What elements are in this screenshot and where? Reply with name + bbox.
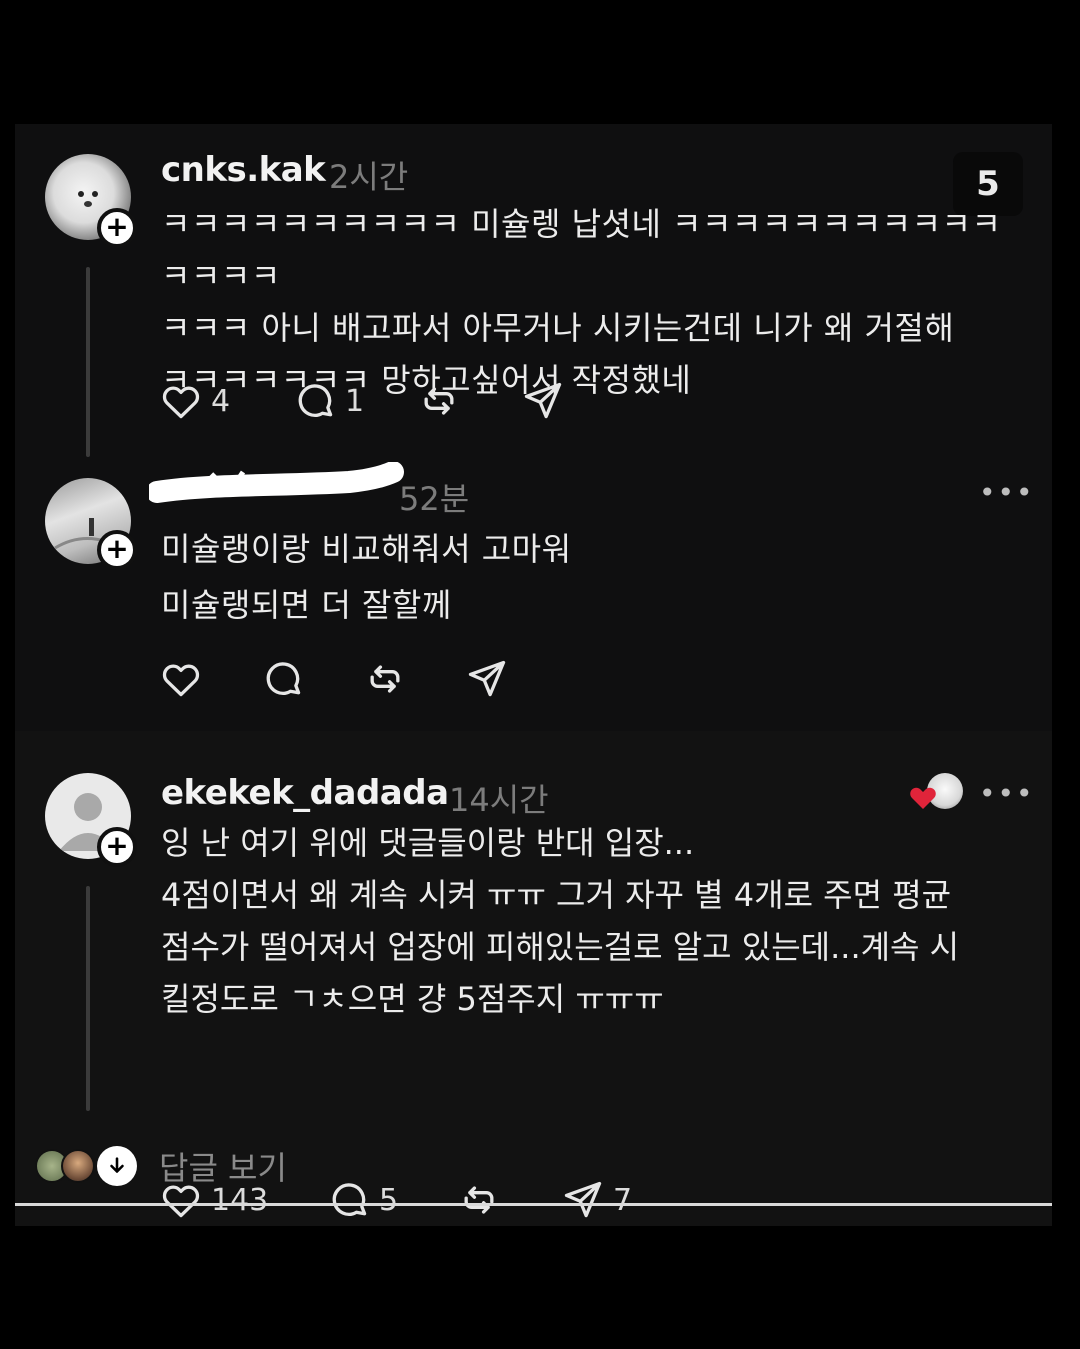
like-count: 4 [211,383,231,419]
reply-count: 5 [379,1182,399,1218]
thread-line [86,267,90,457]
more-options-button[interactable]: ••• [979,476,1035,509]
comment-thread-1: + cnks.kak 2시간 5 ㅋㅋㅋㅋㅋㅋㅋㅋㅋㅋ 미슐렝 납셧네 ㅋㅋㅋㅋ… [15,124,1052,731]
more-options-button[interactable]: ••• [979,777,1035,810]
action-bar [159,656,509,702]
view-replies-row[interactable]: 답글 보기 [35,1142,287,1190]
repost-button[interactable] [363,657,465,701]
like-button[interactable] [159,657,261,701]
heart-filled-icon [910,787,936,809]
username[interactable]: ekekek_dadada [161,773,449,813]
reply-count: 1 [345,383,365,419]
comment-icon [332,1183,367,1216]
share-button[interactable]: 7 [561,1178,632,1222]
follow-plus-button[interactable]: + [97,208,137,248]
timestamp: 2시간 [329,158,409,196]
comment-panel: + cnks.kak 2시간 5 ㅋㅋㅋㅋㅋㅋㅋㅋㅋㅋ 미슐렝 납셧네 ㅋㅋㅋㅋ… [15,124,1052,1226]
timestamp: 52분 [399,480,470,518]
comment-button[interactable]: 1 [293,379,417,423]
comment-icon [266,662,301,695]
heart-icon [162,386,200,419]
expand-replies-button[interactable] [97,1146,137,1186]
arrow-down-icon [110,1157,124,1173]
bottom-divider [15,1203,1052,1206]
comment-text: ㅋㅋㅋㅋㅋㅋㅋㅋㅋㅋ 미슐렝 납셧네 ㅋㅋㅋㅋㅋㅋㅋㅋㅋㅋㅋㅋㅋㅋㅋ ㅋㅋㅋ 아… [161,205,1002,399]
follow-plus-button[interactable]: + [97,827,137,867]
like-button[interactable]: 4 [159,379,293,423]
repost-button[interactable] [417,379,521,423]
username[interactable]: cnks.kak [161,150,326,190]
action-bar: 4 1 [159,378,565,424]
share-button[interactable] [465,657,509,701]
comment-button[interactable]: 5 [327,1178,457,1222]
view-replies-link[interactable]: 답글 보기 [159,1143,287,1189]
comment-text: 미슐랭이랑 비교해줘서 고마워 미슐랭되면 더 잘할께 [161,530,572,624]
reply-avatar-2 [61,1149,95,1183]
share-icon [564,1181,602,1218]
creator-liked-indicator [907,773,967,813]
timestamp: 14시간 [449,781,549,819]
heart-icon [162,664,200,697]
repost-icon [370,665,400,693]
repost-icon [464,1186,494,1214]
redacted-username-scribble [149,462,404,503]
follow-plus-button[interactable]: + [97,530,137,570]
share-icon [524,382,562,419]
comment-text: 잉 난 여기 위에 댓글들이랑 반대 입장... 4점이면서 왜 계속 시켜 ㅠ… [161,824,960,1018]
share-count: 7 [613,1182,633,1218]
repost-button[interactable] [457,1178,561,1222]
comment-icon [298,384,333,417]
share-icon [468,660,506,697]
thread-line [86,886,90,1111]
comment-button[interactable] [261,657,363,701]
repost-icon [424,387,454,415]
share-button[interactable] [521,379,565,423]
